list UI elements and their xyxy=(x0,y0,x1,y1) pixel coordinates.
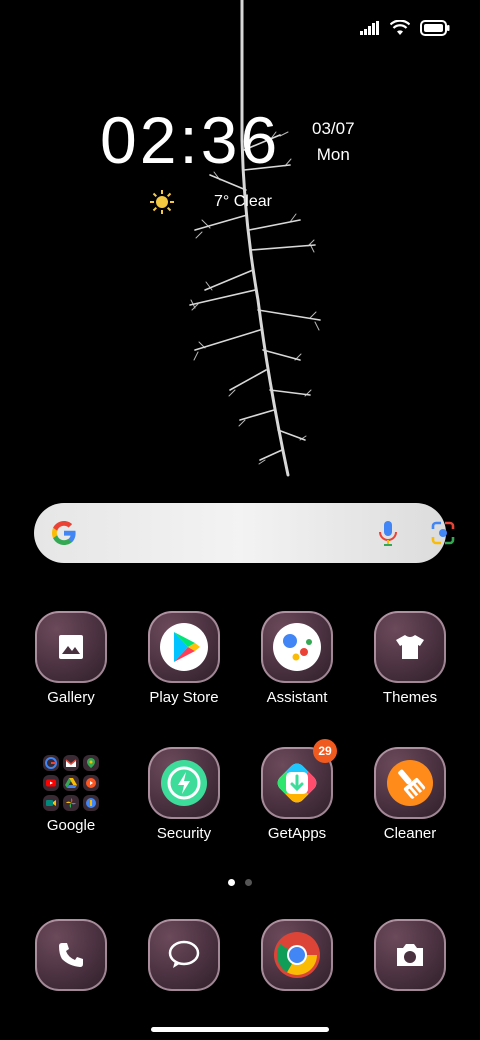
dock-chrome[interactable] xyxy=(247,919,347,991)
getapps-app-tile[interactable]: 29 xyxy=(261,739,337,819)
app-security[interactable]: Security xyxy=(134,747,234,842)
folder-gmail-icon xyxy=(63,755,79,771)
app-getapps[interactable]: 29 GetApps xyxy=(247,739,347,842)
folder-drive-icon xyxy=(63,775,79,791)
messages-icon xyxy=(168,940,200,968)
cleaner-app-tile[interactable] xyxy=(374,747,446,819)
app-label: Cleaner xyxy=(383,825,437,842)
folder-photos-icon xyxy=(63,795,79,811)
app-label: Assistant xyxy=(266,689,328,706)
phone-icon xyxy=(59,943,83,967)
home-gesture-bar[interactable] xyxy=(151,1027,329,1032)
phone-app-tile[interactable] xyxy=(35,919,107,991)
app-themes[interactable]: Themes xyxy=(360,611,460,706)
wifi-icon xyxy=(390,20,410,35)
camera-app-tile[interactable] xyxy=(374,919,446,991)
battery-icon xyxy=(420,20,450,36)
app-label: Google xyxy=(46,817,96,834)
weather-widget[interactable]: 7° Clear xyxy=(150,190,272,214)
camera-icon xyxy=(397,944,423,966)
assistant-icon xyxy=(273,623,321,671)
themes-icon xyxy=(396,635,424,659)
sun-icon xyxy=(150,190,174,214)
lens-icon[interactable] xyxy=(430,520,456,546)
app-label: Gallery xyxy=(47,689,95,706)
gallery-app-tile[interactable] xyxy=(35,611,107,683)
folder-maps-icon xyxy=(83,755,99,771)
app-assistant[interactable]: Assistant xyxy=(247,611,347,706)
dock-messages[interactable] xyxy=(134,919,234,991)
notification-badge: 29 xyxy=(313,739,337,763)
themes-app-tile[interactable] xyxy=(374,611,446,683)
wallpaper-plant xyxy=(189,0,321,477)
play-store-icon xyxy=(160,623,208,671)
app-play-store[interactable]: Play Store xyxy=(134,611,234,706)
chrome-app-tile[interactable] xyxy=(261,919,333,991)
security-app-tile[interactable] xyxy=(148,747,220,819)
app-label: Security xyxy=(156,825,212,842)
app-gallery[interactable]: Gallery xyxy=(21,611,121,706)
folder-google-icon xyxy=(43,755,59,771)
status-bar xyxy=(360,16,450,40)
getapps-icon xyxy=(277,763,317,803)
date-widget[interactable]: 03/07 Mon xyxy=(312,116,355,168)
app-google-folder[interactable]: Google xyxy=(21,747,121,834)
mic-icon[interactable] xyxy=(376,519,400,547)
weather-text: 7° Clear xyxy=(214,193,272,210)
cleaner-icon xyxy=(387,760,433,806)
gallery-icon xyxy=(59,635,83,659)
folder-files-icon xyxy=(83,795,99,811)
chrome-icon xyxy=(274,932,320,978)
app-label: Themes xyxy=(382,689,438,706)
page-dot[interactable] xyxy=(245,879,252,886)
folder-youtube-icon xyxy=(43,775,59,791)
clock-time[interactable]: 02:36 xyxy=(100,104,280,176)
folder-icon[interactable] xyxy=(43,755,99,811)
page-indicator[interactable] xyxy=(228,879,252,886)
folder-meet-icon xyxy=(43,795,59,811)
google-logo-icon xyxy=(52,521,76,545)
page-dot-active[interactable] xyxy=(228,879,235,886)
folder-music-icon xyxy=(83,775,99,791)
clock-day: Mon xyxy=(316,145,350,164)
clock-date: 03/07 xyxy=(312,119,355,138)
app-cleaner[interactable]: Cleaner xyxy=(360,747,460,842)
dock-phone[interactable] xyxy=(21,919,121,991)
signal-icon xyxy=(360,21,379,35)
dock-camera[interactable] xyxy=(360,919,460,991)
assistant-app-tile[interactable] xyxy=(261,611,333,683)
app-label: GetApps xyxy=(267,825,327,842)
messages-app-tile[interactable] xyxy=(148,919,220,991)
google-search-bar[interactable] xyxy=(34,503,455,563)
security-icon xyxy=(161,760,207,806)
play-store-app-tile[interactable] xyxy=(148,611,220,683)
app-label: Play Store xyxy=(149,689,219,706)
